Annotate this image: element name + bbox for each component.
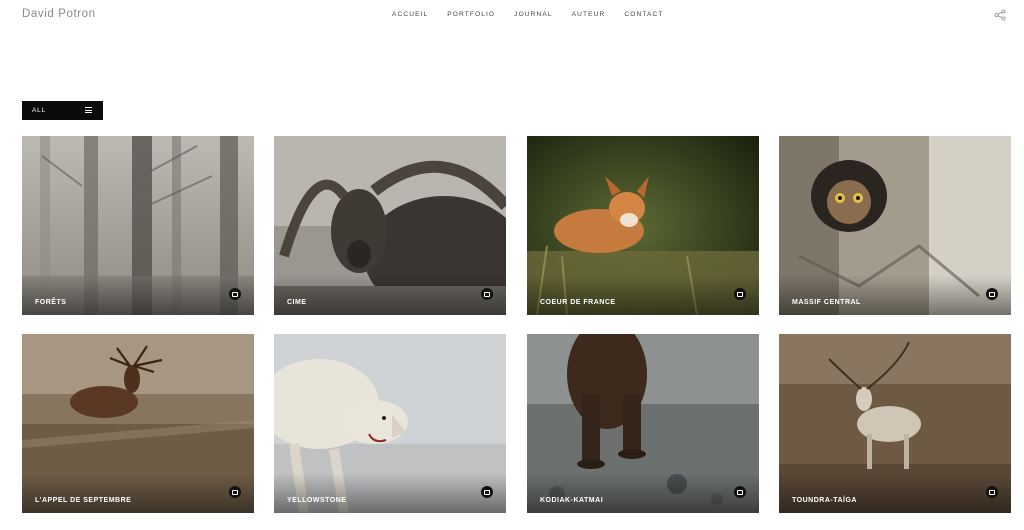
gallery-title: FORÊTS <box>35 299 67 306</box>
image-icon <box>481 486 493 498</box>
image-icon <box>734 288 746 300</box>
gallery-tile-massif-central[interactable]: MASSIF CENTRAL <box>779 136 1011 315</box>
caption-shade <box>527 473 759 513</box>
caption-shade <box>274 275 506 315</box>
gallery-tile-yellowstone[interactable]: YELLOWSTONE <box>274 334 506 513</box>
nav-item-auteur[interactable]: AUTEUR <box>572 11 606 18</box>
gallery-title: L'APPEL DE SEPTEMBRE <box>35 497 132 504</box>
gallery-tile-cime[interactable]: CIME <box>274 136 506 315</box>
gallery-title: MASSIF CENTRAL <box>792 299 861 306</box>
image-icon <box>734 486 746 498</box>
menu-icon <box>85 107 92 113</box>
category-filter-button[interactable]: ALL <box>22 101 103 120</box>
gallery-tile-forets[interactable]: FORÊTS <box>22 136 254 315</box>
caption-shade <box>779 473 1011 513</box>
caption-shade <box>22 275 254 315</box>
site-header: David Potron ACCUEIL PORTFOLIO JOURNAL A… <box>0 0 1024 32</box>
caption-shade <box>274 473 506 513</box>
gallery-tile-appel-de-septembre[interactable]: L'APPEL DE SEPTEMBRE <box>22 334 254 513</box>
main-nav: ACCUEIL PORTFOLIO JOURNAL AUTEUR CONTACT <box>392 11 682 18</box>
caption-shade <box>527 275 759 315</box>
nav-item-journal[interactable]: JOURNAL <box>514 11 552 18</box>
gallery-title: CIME <box>287 299 307 306</box>
gallery-tile-kodiak-katmai[interactable]: KODIAK-KATMAI <box>527 334 759 513</box>
site-logo[interactable]: David Potron <box>22 8 96 20</box>
nav-item-portfolio[interactable]: PORTFOLIO <box>447 11 495 18</box>
gallery-title: TOUNDRA-TAÏGA <box>792 497 857 504</box>
gallery-title: YELLOWSTONE <box>287 497 347 504</box>
gallery-title: COEUR DE FRANCE <box>540 299 616 306</box>
image-icon <box>229 288 241 300</box>
gallery-tile-toundra-taiga[interactable]: TOUNDRA-TAÏGA <box>779 334 1011 513</box>
image-icon <box>986 486 998 498</box>
image-icon <box>229 486 241 498</box>
share-icon[interactable] <box>994 9 1006 21</box>
gallery-title: KODIAK-KATMAI <box>540 497 604 504</box>
nav-item-contact[interactable]: CONTACT <box>624 11 663 18</box>
nav-item-accueil[interactable]: ACCUEIL <box>392 11 428 18</box>
filter-label: ALL <box>32 107 46 114</box>
gallery-tile-coeur-de-france[interactable]: COEUR DE FRANCE <box>527 136 759 315</box>
caption-shade <box>22 473 254 513</box>
image-icon <box>481 288 493 300</box>
image-icon <box>986 288 998 300</box>
caption-shade <box>779 275 1011 315</box>
